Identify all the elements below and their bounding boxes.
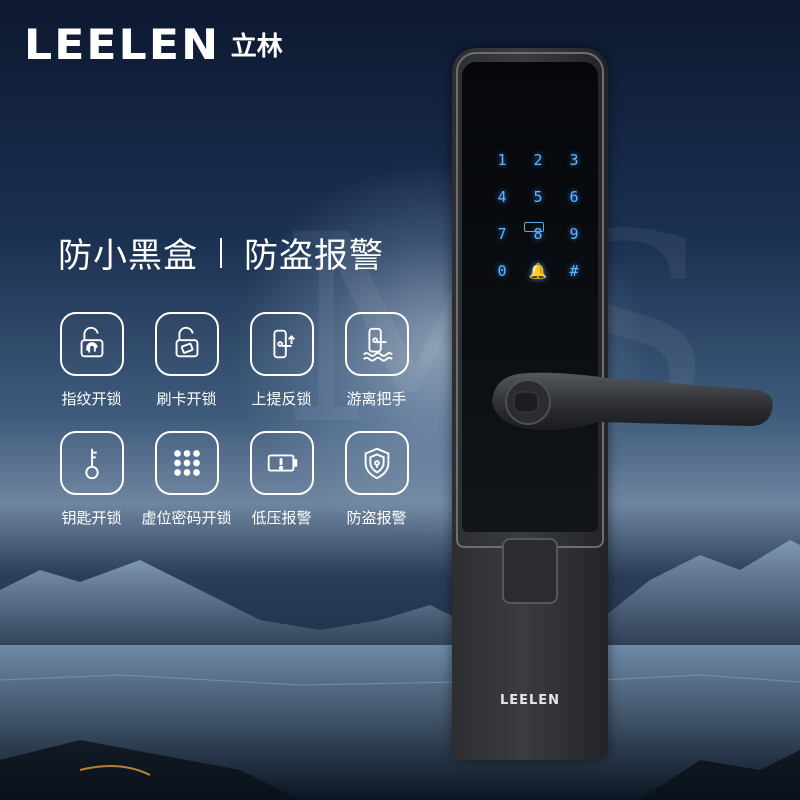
keypad-key-9[interactable]: 9	[556, 224, 592, 244]
feature-item: 虚位密码开锁	[139, 431, 234, 528]
shield-icon	[344, 431, 409, 495]
feature-label: 游离把手	[346, 390, 407, 408]
headline-left: 防小黑盒	[58, 236, 198, 276]
feature-item: 防盗报警	[329, 431, 424, 528]
feature-label: 防盗报警	[346, 509, 407, 527]
floating-handle-icon	[344, 312, 409, 376]
feature-label: 刷卡开锁	[156, 390, 217, 408]
feature-item: 刷卡开锁	[139, 312, 234, 409]
keypad-key-5[interactable]: 5	[520, 187, 556, 207]
feature-item: 指纹开锁	[44, 312, 139, 409]
fingerprint-unlock-icon	[59, 312, 124, 376]
feature-label: 钥匙开锁	[61, 509, 122, 527]
feature-label: 指纹开锁	[61, 390, 122, 408]
fingerprint-sensor[interactable]	[502, 538, 558, 604]
keypad-bell-icon[interactable]: 🔔	[520, 261, 556, 281]
lock-handle[interactable]	[488, 370, 778, 434]
brand-wordmark: LEELEN	[24, 20, 221, 69]
card-unlock-icon	[154, 312, 219, 376]
headline: 防小黑盒 防盗报警	[58, 228, 384, 277]
brand-logo: LEELEN 立林	[24, 20, 283, 69]
keypad-key-1[interactable]: 1	[484, 150, 520, 170]
feature-grid: 指纹开锁 刷卡开锁 上提反锁 游离把手 钥匙开锁 虚位密码开锁 低压报警 防盗报…	[44, 312, 424, 528]
keypad-key-7[interactable]: 7	[484, 224, 520, 244]
lock-brand-label: LEELEN	[499, 693, 561, 708]
feature-item: 上提反锁	[234, 312, 329, 409]
brand-chinese-name: 立林	[230, 32, 283, 62]
keypad-key-2[interactable]: 2	[520, 150, 556, 170]
feature-label: 虚位密码开锁	[141, 509, 232, 527]
keypad-icon	[154, 431, 219, 495]
feature-label: 上提反锁	[251, 390, 312, 408]
headline-right: 防盗报警	[244, 236, 384, 276]
feature-item: 钥匙开锁	[44, 431, 139, 528]
product-banner: MS LEELEN 立林 防小黑盒 防盗报警	[0, 0, 800, 800]
keypad-key-0[interactable]: 0	[484, 261, 520, 281]
keypad-key-3[interactable]: 3	[556, 150, 592, 170]
feature-item: 游离把手	[329, 312, 424, 409]
keypad-key-hash[interactable]: #	[556, 261, 592, 281]
feature-item: 低压报警	[234, 431, 329, 528]
card-reader-icon	[524, 222, 544, 232]
keypad-key-6[interactable]: 6	[556, 187, 592, 207]
key-icon	[59, 431, 124, 495]
lock-glass-panel: 1 2 3 4 5 6 7 8 9 0 🔔 #	[462, 62, 598, 532]
keypad-key-4[interactable]: 4	[484, 187, 520, 207]
lift-lock-icon	[249, 312, 314, 376]
lock-keypad: 1 2 3 4 5 6 7 8 9 0 🔔 #	[484, 150, 588, 281]
feature-label: 低压报警	[251, 509, 312, 527]
low-battery-icon	[249, 431, 314, 495]
headline-divider	[220, 237, 222, 268]
